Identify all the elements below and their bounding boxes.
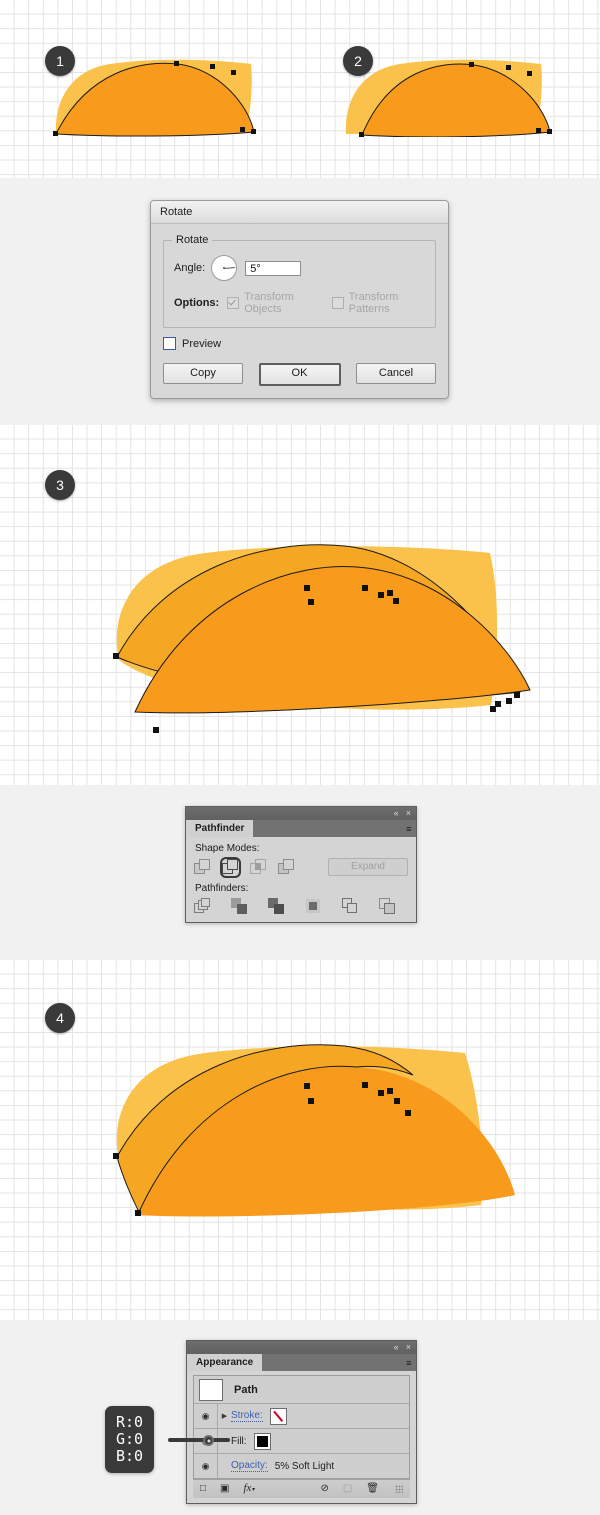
panel-menu-icon[interactable]: ≡ (406, 1358, 411, 1368)
shape-mode-intersect-icon[interactable] (250, 858, 267, 876)
add-new-fill-icon[interactable]: ▣ (220, 1484, 229, 1494)
shape-mode-unite-icon[interactable] (194, 858, 211, 876)
clear-appearance-icon[interactable]: ⊘ (320, 1484, 328, 1494)
appearance-bottom-toolbar: □ ▣ fx▾ ⊘ ▢ 🗑 (193, 1479, 410, 1498)
pathfinders-row (194, 898, 408, 915)
callout-target-dot (203, 1435, 214, 1446)
pathfinder-merge-icon[interactable] (268, 898, 285, 915)
pathfinder-trim-icon[interactable] (231, 898, 248, 915)
angle-input[interactable]: 5° (245, 260, 302, 276)
appearance-tabbar: Appearance ≡ (187, 1354, 416, 1371)
transform-objects-label: Transform Objects (244, 291, 294, 315)
preview-checkbox[interactable] (163, 337, 176, 350)
resize-grip[interactable] (395, 1485, 403, 1493)
artwork-step-4 (113, 1044, 515, 1217)
pathfinder-divide-icon[interactable] (194, 898, 211, 915)
collapse-icon[interactable]: « (394, 809, 399, 818)
appearance-topbar: « × (187, 1341, 416, 1354)
step-badge-4: 4 (45, 1003, 75, 1033)
shape-mode-exclude-icon[interactable] (278, 858, 295, 876)
options-row: Options: Transform Objects Transform Pat… (174, 291, 425, 315)
angle-row: Angle: 5° (174, 255, 425, 281)
angle-hub (223, 267, 226, 269)
delete-item-icon[interactable]: 🗑 (366, 1484, 379, 1494)
pathfinder-crop-icon[interactable] (305, 898, 322, 915)
shape-mode-minus-front-icon[interactable] (220, 856, 241, 878)
transform-patterns-label: Transform Patterns (348, 291, 399, 315)
pathfinder-minus-back-icon[interactable] (379, 898, 396, 915)
pathfinder-tabbar: Pathfinder ≡ (186, 820, 416, 837)
stroke-visibility-toggle[interactable]: ◉ (194, 1404, 218, 1428)
eye-icon: ◉ (201, 1460, 210, 1471)
appearance-stroke-row[interactable]: ◉ ▶ Stroke: (194, 1404, 409, 1429)
add-new-stroke-icon[interactable]: □ (200, 1484, 206, 1494)
appearance-list: Path ◉ ▶ Stroke: ◉ Fill: (193, 1375, 410, 1479)
opacity-label[interactable]: Opacity: (231, 1460, 268, 1472)
rotate-dialog[interactable]: Rotate Rotate Angle: 5° Options: Transfo… (150, 200, 449, 399)
rgb-r-value: R:0 (116, 1413, 144, 1431)
fill-swatch-black[interactable] (253, 1432, 271, 1450)
opacity-visibility-toggle[interactable]: ◉ (194, 1454, 218, 1478)
dialog-title: Rotate (151, 201, 448, 224)
appearance-opacity-row[interactable]: ◉ Opacity: 5% Soft Light (194, 1454, 409, 1478)
panel-menu-icon[interactable]: ≡ (406, 824, 411, 834)
collapse-icon[interactable]: « (394, 1343, 399, 1352)
rgb-g-value: G:0 (116, 1430, 144, 1448)
tab-filler (253, 820, 416, 837)
fx-icon[interactable]: fx▾ (244, 1483, 255, 1495)
canvas-section-step-3: 3 (0, 425, 600, 785)
path-thumbnail (199, 1378, 223, 1401)
pathfinder-panel[interactable]: « × Pathfinder ≡ Shape Modes: Expand Pat… (185, 806, 417, 923)
pathfinder-outline-icon[interactable] (342, 898, 359, 915)
canvas-section-step-4: 4 (0, 960, 600, 1320)
eye-icon: ◉ (201, 1410, 210, 1421)
duplicate-item-icon[interactable]: ▢ (343, 1484, 352, 1494)
tab-pathfinder[interactable]: Pathfinder (186, 820, 254, 837)
rgb-callout: R:0 G:0 B:0 (105, 1406, 155, 1473)
copy-button[interactable]: Copy (163, 363, 243, 384)
preview-row[interactable]: Preview (163, 337, 436, 350)
step-badge-3: 3 (45, 470, 75, 500)
swatch-inner (256, 1435, 268, 1447)
step-badge-1: 1 (45, 46, 75, 76)
fieldset-legend: Rotate (172, 234, 213, 246)
artwork-step-3 (113, 544, 531, 733)
stroke-disclosure-triangle-icon[interactable]: ▶ (218, 1412, 231, 1420)
angle-label: Angle: (174, 262, 206, 274)
close-icon[interactable]: × (406, 1343, 411, 1352)
callout-leader-line (168, 1438, 230, 1442)
shape-modes-row: Expand (194, 856, 408, 878)
canvas-section-steps-1-2: 1 2 (0, 0, 600, 178)
dialog-button-row: Copy OK Cancel (163, 363, 436, 386)
tab-appearance[interactable]: Appearance (187, 1354, 263, 1371)
transform-objects-checkbox[interactable] (227, 297, 240, 309)
options-label: Options: (174, 297, 220, 309)
tutorial-page: 1 2 Rotate Rotate Angle: 5° Options: Tra… (0, 0, 600, 1515)
close-icon[interactable]: × (406, 809, 411, 818)
rgb-b-value: B:0 (116, 1447, 144, 1465)
fill-label: Fill: (231, 1435, 247, 1447)
angle-dial[interactable] (211, 255, 238, 281)
appearance-panel[interactable]: « × Appearance ≡ Path ◉ ▶ Stroke: Fill: … (186, 1340, 417, 1504)
transform-patterns-checkbox[interactable] (331, 297, 344, 309)
stroke-label[interactable]: Stroke: (231, 1410, 263, 1422)
tab-filler (262, 1354, 416, 1371)
angle-needle (224, 267, 236, 269)
step-badge-2: 2 (343, 46, 373, 76)
artwork-step-1 (53, 59, 256, 137)
stroke-swatch-none[interactable] (269, 1407, 287, 1425)
pathfinders-label: Pathfinders: (195, 883, 249, 894)
expand-button[interactable]: Expand (328, 858, 408, 876)
cancel-button[interactable]: Cancel (356, 363, 436, 384)
rotate-fieldset: Rotate Angle: 5° Options: Transform Obje… (163, 234, 436, 328)
appearance-path-row[interactable]: Path (194, 1376, 409, 1404)
shape-modes-label: Shape Modes: (195, 843, 260, 854)
preview-label: Preview (182, 337, 222, 350)
opacity-value: 5% Soft Light (274, 1460, 335, 1472)
pathfinder-topbar: « × (186, 807, 416, 820)
path-label: Path (234, 1383, 258, 1396)
ok-button[interactable]: OK (258, 363, 341, 386)
